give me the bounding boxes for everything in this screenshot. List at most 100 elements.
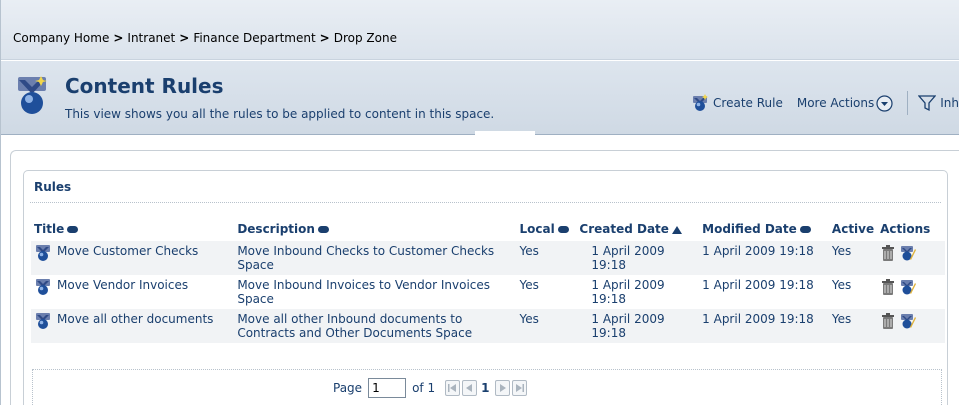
last-page-icon	[516, 384, 525, 392]
create-rule-icon	[693, 94, 709, 111]
rule-active: Yes	[828, 309, 878, 343]
rules-wizard-icon	[18, 76, 47, 114]
sort-ascending-icon	[671, 225, 682, 234]
rule-modified-date: 1 April 2009 19:18	[699, 241, 829, 275]
breadcrumb-separator: >	[319, 31, 330, 45]
table-row: Move all other documents Move all other …	[31, 309, 945, 343]
rule-title: Move Customer Checks	[57, 244, 199, 258]
edit-rule-icon[interactable]	[900, 312, 917, 330]
column-header-active[interactable]: Active	[829, 217, 877, 241]
pager-page-label: Page	[333, 381, 363, 395]
rule-icon	[36, 279, 50, 295]
cell-title: Move Vendor Invoices	[31, 275, 234, 309]
rule-active: Yes	[831, 278, 852, 292]
column-created-label: Created Date	[579, 222, 669, 236]
breadcrumb-finance-department[interactable]: Finance Department	[193, 31, 315, 45]
page-header: Content Rules This view shows you all th…	[1, 61, 959, 135]
rule-local: Yes	[516, 309, 577, 343]
column-header-local[interactable]: Local	[516, 217, 576, 241]
pager-of-label: of 1	[412, 381, 436, 395]
rule-icon	[36, 245, 50, 261]
rules-table: Title Description Local Created Date Mod…	[31, 217, 945, 343]
previous-page-button[interactable]	[462, 380, 478, 396]
rule-created-date: 1 April 2009 19:18	[576, 241, 700, 275]
page-title: Content Rules	[65, 74, 224, 98]
column-header-actions: Actions	[877, 217, 945, 241]
trash-icon[interactable]	[880, 312, 896, 330]
rule-local: Yes	[519, 278, 539, 292]
breadcrumb-company-home[interactable]: Company Home	[13, 31, 109, 45]
inherit-rules-label: Inh	[940, 96, 959, 110]
rule-local: Yes	[516, 241, 577, 275]
breadcrumb-intranet[interactable]: Intranet	[127, 31, 175, 45]
table-row: Move Vendor Invoices Move Inbound Invoic…	[31, 275, 945, 309]
rule-title-link[interactable]: Move all other documents	[34, 312, 231, 330]
create-rule-label: Create Rule	[713, 96, 783, 110]
rule-icon	[36, 313, 50, 329]
last-page-button[interactable]	[512, 380, 528, 396]
page-subtitle: This view shows you all the rules to be …	[65, 107, 495, 121]
cell-title: Move Customer Checks	[31, 241, 235, 275]
breadcrumb-separator: >	[113, 31, 124, 45]
column-description-label: Description	[237, 222, 315, 236]
rule-title-link[interactable]: Move Customer Checks	[34, 244, 231, 262]
rule-active: Yes	[828, 241, 878, 275]
breadcrumb-bar: Company Home > Intranet > Finance Department…	[1, 0, 959, 60]
pager: Page of 1 1	[333, 378, 528, 398]
breadcrumb-drop-zone[interactable]: Drop Zone	[334, 31, 397, 45]
rule-title: Move all other documents	[57, 312, 214, 326]
rule-title: Move Vendor Invoices	[57, 278, 189, 292]
edit-rule-icon[interactable]	[900, 278, 917, 296]
first-page-icon	[448, 384, 457, 392]
column-actions-label: Actions	[880, 222, 931, 236]
rule-modified-date: 1 April 2009 19:18	[702, 278, 814, 292]
sort-icon	[799, 226, 811, 233]
header-tab-marker	[475, 131, 535, 135]
current-page-number: 1	[481, 381, 490, 395]
column-header-created-date[interactable]: Created Date	[576, 217, 699, 241]
column-header-modified-date[interactable]: Modified Date	[699, 217, 829, 241]
sort-icon	[557, 226, 569, 233]
table-header-row: Title Description Local Created Date Mod…	[31, 217, 945, 241]
page-number-input[interactable]	[368, 378, 407, 398]
rule-description: Move all other Inbound documents to Cont…	[234, 309, 517, 343]
rule-title-link[interactable]: Move Vendor Invoices	[34, 278, 231, 296]
trash-icon[interactable]	[880, 244, 896, 262]
action-separator	[907, 91, 909, 115]
more-actions-menu[interactable]: More Actions	[796, 94, 893, 112]
cell-title: Move all other documents	[31, 309, 235, 343]
chevron-down-circle-icon	[876, 94, 893, 112]
rules-panel-title: Rules	[34, 180, 72, 194]
column-active-label: Active	[831, 222, 875, 236]
rule-description: Move Inbound Checks to Customer Checks S…	[234, 241, 517, 275]
column-modified-label: Modified Date	[702, 222, 797, 236]
trash-icon[interactable]	[880, 278, 896, 296]
column-header-title[interactable]: Title	[31, 217, 234, 241]
column-title-label: Title	[34, 222, 65, 236]
sort-icon	[67, 226, 79, 233]
previous-page-icon	[466, 384, 473, 392]
cell-actions	[877, 275, 945, 309]
divider	[30, 202, 941, 203]
next-page-icon	[500, 384, 507, 392]
first-page-button[interactable]	[445, 380, 461, 396]
create-rule-button[interactable]: Create Rule	[691, 94, 783, 112]
rule-description: Move Inbound Invoices to Vendor Invoices…	[237, 278, 491, 306]
pager-container: Page of 1 1	[32, 369, 942, 405]
breadcrumb: Company Home > Intranet > Finance Department…	[13, 31, 397, 45]
more-actions-label: More Actions	[796, 96, 875, 110]
header-actions: Create Rule More Actions Inh	[691, 91, 959, 115]
rule-created-date: 1 April 2009 19:18	[591, 278, 665, 306]
edit-rule-icon[interactable]	[900, 244, 917, 262]
sort-icon	[317, 226, 329, 233]
rule-modified-date: 1 April 2009 19:18	[699, 309, 829, 343]
table-row: Move Customer Checks Move Inbound Checks…	[31, 241, 945, 275]
filter-icon	[918, 95, 937, 112]
column-header-description[interactable]: Description	[234, 217, 516, 241]
cell-actions	[877, 241, 945, 275]
next-page-button[interactable]	[495, 380, 511, 396]
rule-created-date: 1 April 2009 19:18	[576, 309, 700, 343]
column-local-label: Local	[519, 222, 555, 236]
breadcrumb-separator: >	[179, 31, 190, 45]
inherit-rules-button[interactable]: Inh	[918, 94, 959, 112]
